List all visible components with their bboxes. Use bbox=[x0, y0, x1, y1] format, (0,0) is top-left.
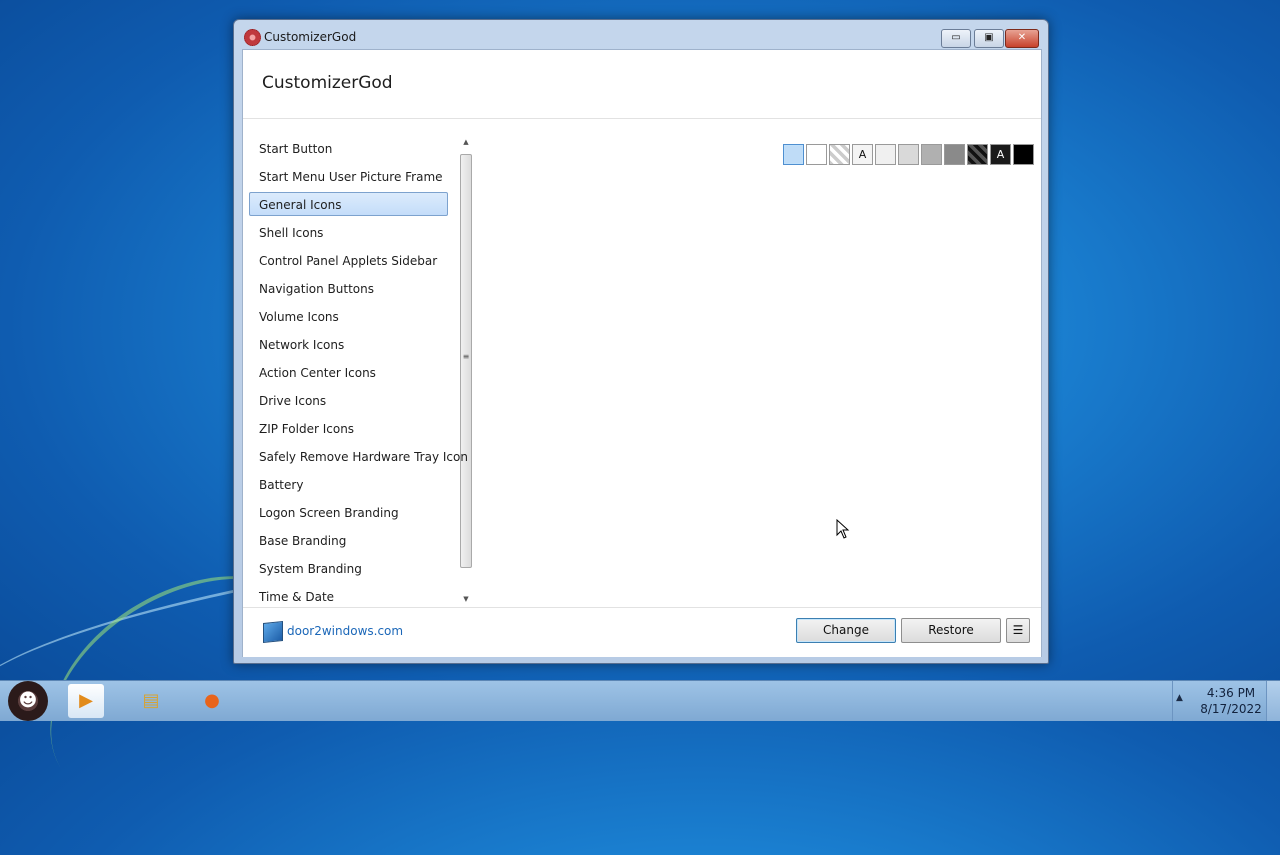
customizergod-window: CustomizerGod ▭ ▣ ✕ CustomizerGod ▲ ≡ ▼ … bbox=[233, 19, 1049, 664]
clock-time: 4:36 PM bbox=[1206, 686, 1256, 700]
category-item[interactable]: ZIP Folder Icons bbox=[249, 416, 448, 440]
category-item[interactable]: Base Branding bbox=[249, 528, 448, 552]
category-item[interactable]: Shell Icons bbox=[249, 220, 448, 244]
category-item[interactable]: Network Icons bbox=[249, 332, 448, 356]
category-item[interactable]: Control Panel Applets Sidebar bbox=[249, 248, 448, 272]
grip-icon: ≡ bbox=[462, 352, 470, 361]
category-item[interactable]: System Branding bbox=[249, 556, 448, 580]
app-heading: CustomizerGod bbox=[262, 73, 393, 93]
taskbar: ☻ ▶ ▤ ● ▲ 4:36 PM 8/17/2022 bbox=[0, 680, 1280, 721]
swatch-light-blue[interactable] bbox=[783, 144, 804, 165]
scrollbar-thumb[interactable]: ≡ bbox=[460, 154, 472, 568]
window-title: CustomizerGod bbox=[264, 30, 357, 44]
clock[interactable]: 4:36 PM 8/17/2022 bbox=[1198, 685, 1264, 717]
change-button[interactable]: Change bbox=[796, 618, 896, 643]
swatch-black[interactable] bbox=[1013, 144, 1034, 165]
swatch-dark-text[interactable]: A bbox=[990, 144, 1011, 165]
swatch-checker[interactable] bbox=[829, 144, 850, 165]
minimize-button[interactable]: ▭ bbox=[941, 29, 971, 48]
category-item[interactable]: Safely Remove Hardware Tray Icon bbox=[249, 444, 468, 468]
swatch-gray[interactable] bbox=[944, 144, 965, 165]
category-list[interactable]: ▲ ≡ ▼ Start Button Start Menu User Pictur… bbox=[249, 130, 472, 620]
scroll-down-arrow-icon[interactable]: ▼ bbox=[461, 595, 471, 605]
clock-date: 8/17/2022 bbox=[1200, 702, 1262, 716]
mouse-cursor-icon bbox=[836, 519, 850, 539]
start-orb-icon[interactable]: ☻ bbox=[8, 681, 48, 721]
background-swatch-bar: AA bbox=[783, 144, 1036, 166]
tray-separator bbox=[1172, 681, 1173, 721]
door2windows-link[interactable]: door2windows.com bbox=[287, 624, 403, 638]
door2windows-logo-icon bbox=[263, 620, 283, 644]
menu-button[interactable]: ☰ bbox=[1006, 618, 1030, 643]
media-player-icon[interactable]: ▶ bbox=[68, 684, 104, 718]
category-item[interactable]: Drive Icons bbox=[249, 388, 448, 412]
category-item[interactable]: Navigation Buttons bbox=[249, 276, 448, 300]
scroll-up-arrow-icon[interactable]: ▲ bbox=[461, 138, 471, 148]
category-item[interactable]: Battery bbox=[249, 472, 448, 496]
window-client-area: CustomizerGod ▲ ≡ ▼ Start Button Start Me… bbox=[242, 49, 1042, 657]
firefox-icon[interactable]: ● bbox=[194, 684, 230, 718]
category-item[interactable]: Time & Date bbox=[249, 584, 448, 608]
category-item[interactable]: Action Center Icons bbox=[249, 360, 448, 384]
app-gear-icon bbox=[244, 29, 261, 46]
header: CustomizerGod bbox=[243, 50, 1041, 119]
category-item[interactable]: Volume Icons bbox=[249, 304, 448, 328]
show-desktop-button[interactable] bbox=[1266, 681, 1280, 721]
swatch-white[interactable] bbox=[806, 144, 827, 165]
category-item[interactable]: Logon Screen Branding bbox=[249, 500, 448, 524]
swatch-light-text[interactable]: A bbox=[852, 144, 873, 165]
category-item[interactable]: Start Menu User Picture Frame bbox=[249, 164, 448, 188]
swatch-light-gray[interactable] bbox=[898, 144, 919, 165]
swatch-very-light-gray[interactable] bbox=[875, 144, 896, 165]
category-item[interactable]: General Icons bbox=[249, 192, 448, 216]
category-item[interactable]: Start Button bbox=[249, 136, 448, 160]
show-hidden-icons-arrow-icon[interactable]: ▲ bbox=[1176, 693, 1183, 703]
maximize-button[interactable]: ▣ bbox=[974, 29, 1004, 48]
file-explorer-icon[interactable]: ▤ bbox=[133, 684, 169, 718]
footer-bar: door2windows.com Change Restore ☰ bbox=[243, 607, 1041, 657]
swatch-mid-gray[interactable] bbox=[921, 144, 942, 165]
swatch-dark-checker[interactable] bbox=[967, 144, 988, 165]
restore-button[interactable]: Restore bbox=[901, 618, 1001, 643]
close-button[interactable]: ✕ bbox=[1005, 29, 1039, 48]
